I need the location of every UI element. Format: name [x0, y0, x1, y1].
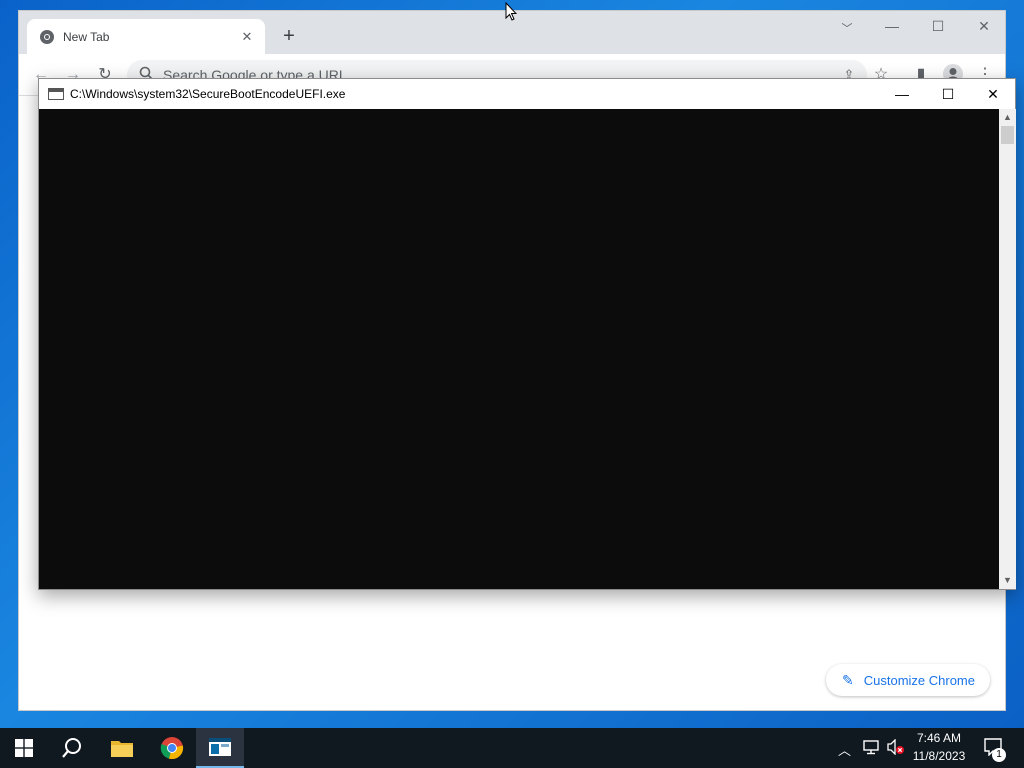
clock-time[interactable]: 7:46 AM [908, 731, 970, 745]
chrome-close-button[interactable]: ✕ [961, 11, 1007, 41]
console-title: C:\Windows\system32\SecureBootEncodeUEFI… [70, 87, 346, 101]
clock-date[interactable]: 11/8/2023 [908, 749, 970, 763]
pencil-icon: ✎ [842, 671, 854, 688]
tab-title: New Tab [63, 29, 110, 44]
chrome-minimize-button[interactable]: — [869, 11, 915, 41]
tab-close-icon[interactable]: ✕ [239, 29, 255, 45]
console-close-button[interactable]: ✕ [970, 79, 1016, 109]
console-window: C:\Windows\system32\SecureBootEncodeUEFI… [38, 78, 1016, 590]
show-hidden-icons-icon[interactable]: ︿ [838, 740, 851, 759]
console-scrollbar[interactable]: ▲ ▼ [999, 109, 1016, 589]
notification-badge: 1 [992, 748, 1006, 762]
scroll-thumb[interactable] [1001, 126, 1014, 144]
tab-search-chevron-icon[interactable]: ﹀ [835, 17, 859, 41]
tab-new-tab[interactable]: New Tab ✕ [27, 19, 265, 54]
search-taskbar-button[interactable] [48, 728, 96, 768]
mouse-cursor-icon [505, 1, 518, 27]
chrome-favicon-icon [39, 29, 55, 45]
console-app-icon [48, 88, 64, 100]
search-icon [62, 738, 81, 758]
console-maximize-button[interactable]: ☐ [925, 79, 971, 109]
taskbar: ︿ 7:46 AM 11/8/2023 1 [0, 728, 1024, 768]
scroll-up-arrow-icon[interactable]: ▲ [999, 109, 1016, 126]
folder-icon [111, 741, 133, 757]
file-explorer-button[interactable] [98, 728, 146, 768]
chrome-taskbar-button[interactable] [148, 728, 196, 768]
customize-chrome-label: Customize Chrome [863, 672, 975, 688]
console-titlebar[interactable]: C:\Windows\system32\SecureBootEncodeUEFI… [39, 79, 1015, 109]
console-taskbar-button[interactable] [196, 728, 244, 768]
windows-logo-icon [15, 739, 33, 757]
console-minimize-button[interactable]: — [879, 79, 925, 109]
customize-chrome-button[interactable]: ✎ Customize Chrome [826, 664, 990, 696]
network-icon[interactable] [862, 739, 880, 758]
console-window-icon [209, 738, 231, 756]
chrome-maximize-button[interactable]: ☐ [915, 11, 961, 41]
console-output-area[interactable] [39, 109, 999, 589]
scroll-down-arrow-icon[interactable]: ▼ [999, 572, 1016, 589]
chrome-logo-icon [160, 737, 184, 760]
new-tab-button[interactable]: + [277, 25, 301, 49]
volume-muted-icon[interactable] [886, 738, 906, 758]
start-button[interactable] [0, 728, 48, 768]
